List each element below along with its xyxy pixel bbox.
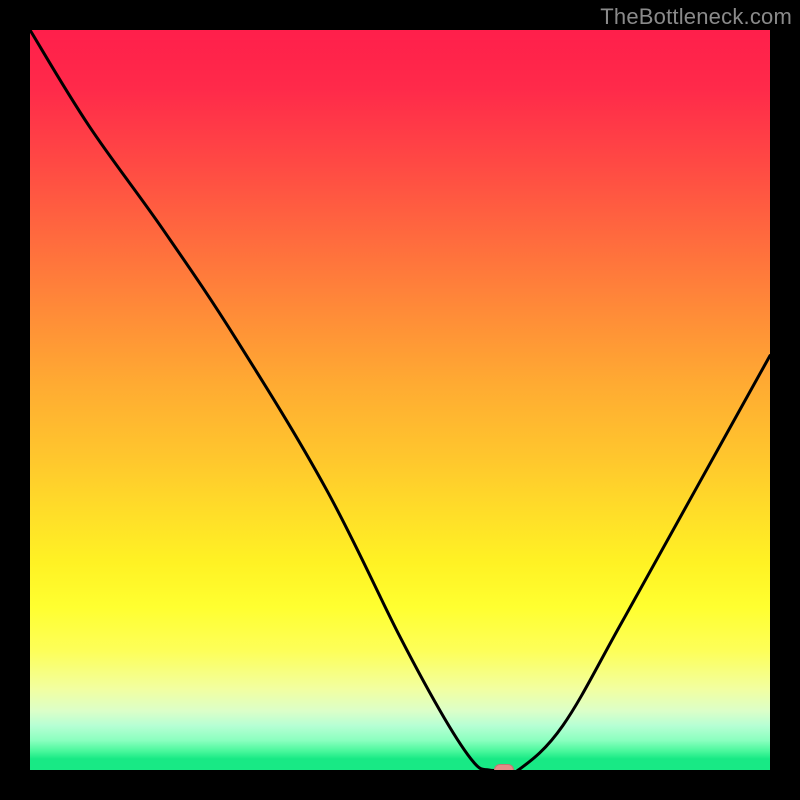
watermark-text: TheBottleneck.com [600, 4, 792, 30]
plot-area [30, 30, 770, 770]
chart-container: TheBottleneck.com [0, 0, 800, 800]
optimal-point-marker [494, 764, 514, 770]
bottleneck-curve [30, 30, 770, 770]
